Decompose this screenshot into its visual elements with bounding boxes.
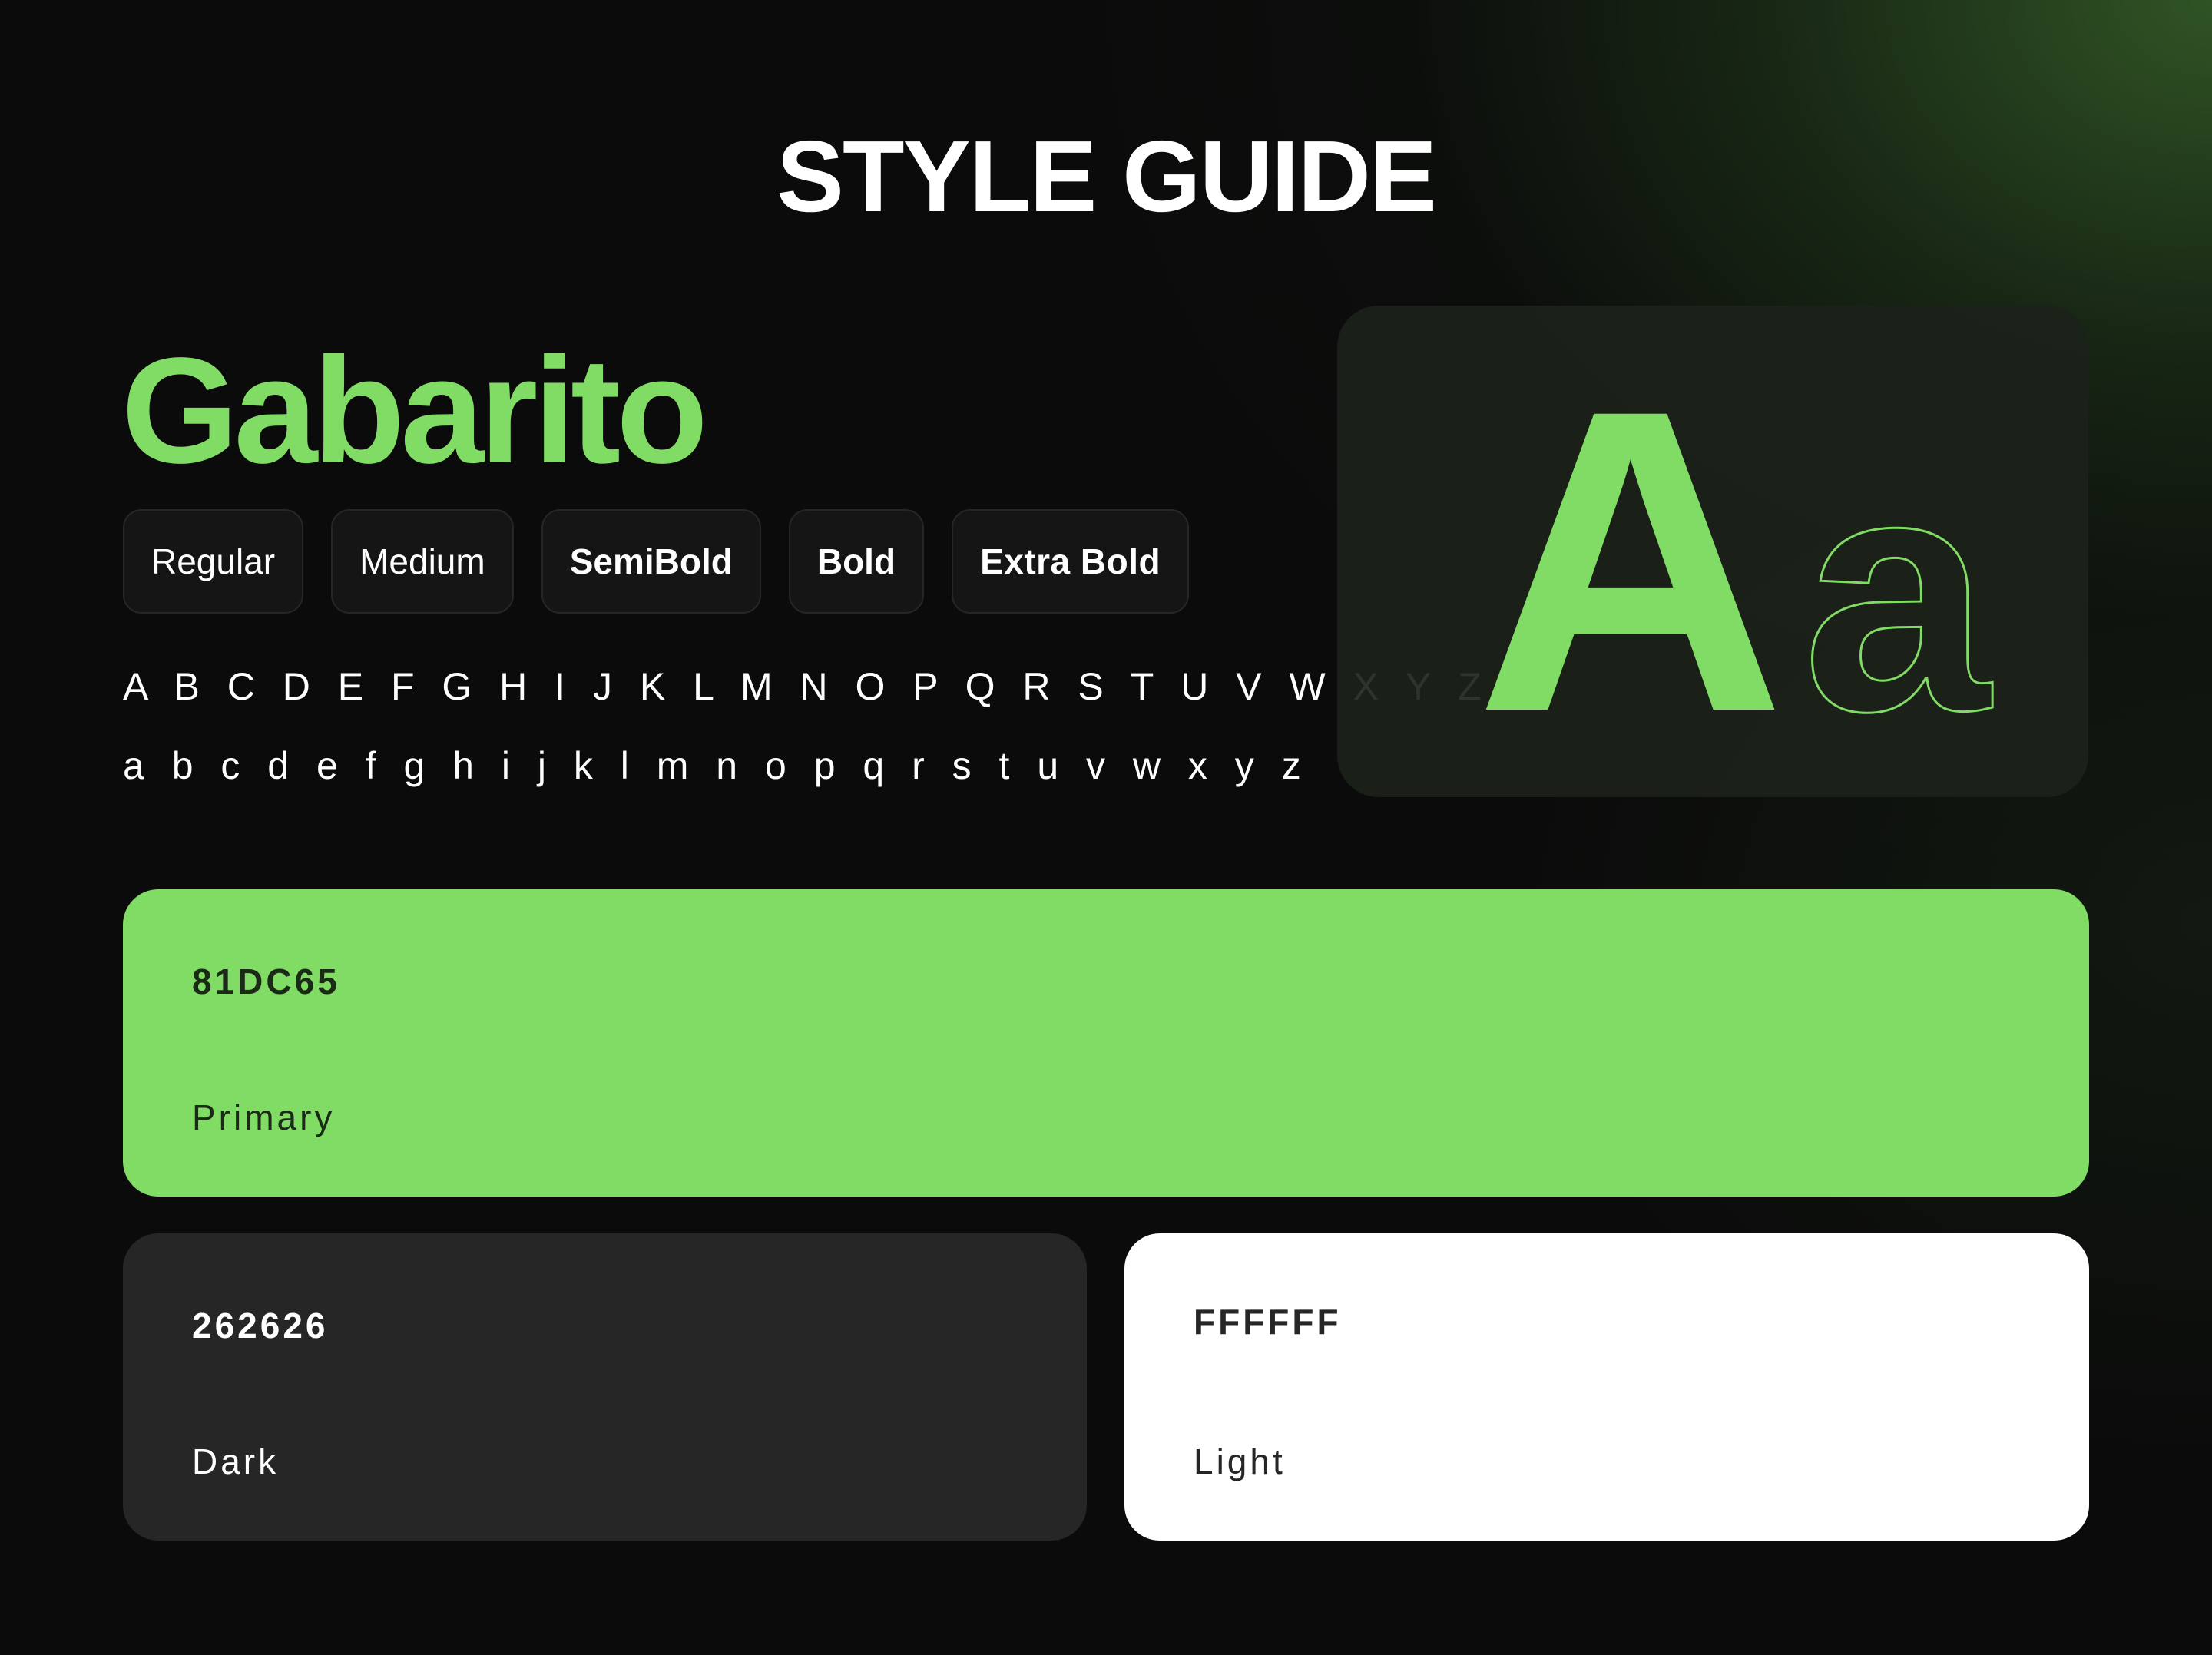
weight-chip-extra-bold: Extra Bold [952,509,1190,614]
specimen-uppercase-glyph: A [1475,320,1786,797]
weight-chip-medium: Medium [331,509,514,614]
uppercase-alphabet: A B C D E F G H I J K L M N O P Q R S T … [123,665,1490,708]
specimen-glyphs: A a [1475,320,1994,797]
primary-color-label: Primary [192,1097,336,1137]
dark-color-label: Dark [192,1442,280,1481]
weight-chip-bold: Bold [788,509,925,614]
font-family-name: Gabarito [121,326,708,495]
specimen-lowercase-outline-glyph: a [1803,405,1993,782]
style-guide-page: { "header": { "title": "STYLE GUIDE" }, … [0,0,2212,1655]
font-weights-list: Regular Medium SemiBold Bold Extra Bold [123,509,1190,614]
primary-hex-code: 81DC65 [192,962,340,1001]
weight-chip-semibold: SemiBold [541,509,761,614]
primary-color-swatch: 81DC65 Primary [123,889,2089,1197]
light-hex-code: FFFFFF [1194,1302,1342,1342]
light-color-swatch: FFFFFF Light [1124,1233,2089,1541]
light-color-label: Light [1194,1442,1286,1481]
page-title: STYLE GUIDE [776,120,1437,233]
dark-hex-code: 262626 [192,1306,329,1346]
dark-color-swatch: 262626 Dark [123,1233,1087,1541]
type-specimen-card: A a [1337,306,2088,797]
lowercase-alphabet: a b c d e f g h i j k l m n o p q r s t … [123,744,1310,787]
weight-chip-regular: Regular [123,509,304,614]
